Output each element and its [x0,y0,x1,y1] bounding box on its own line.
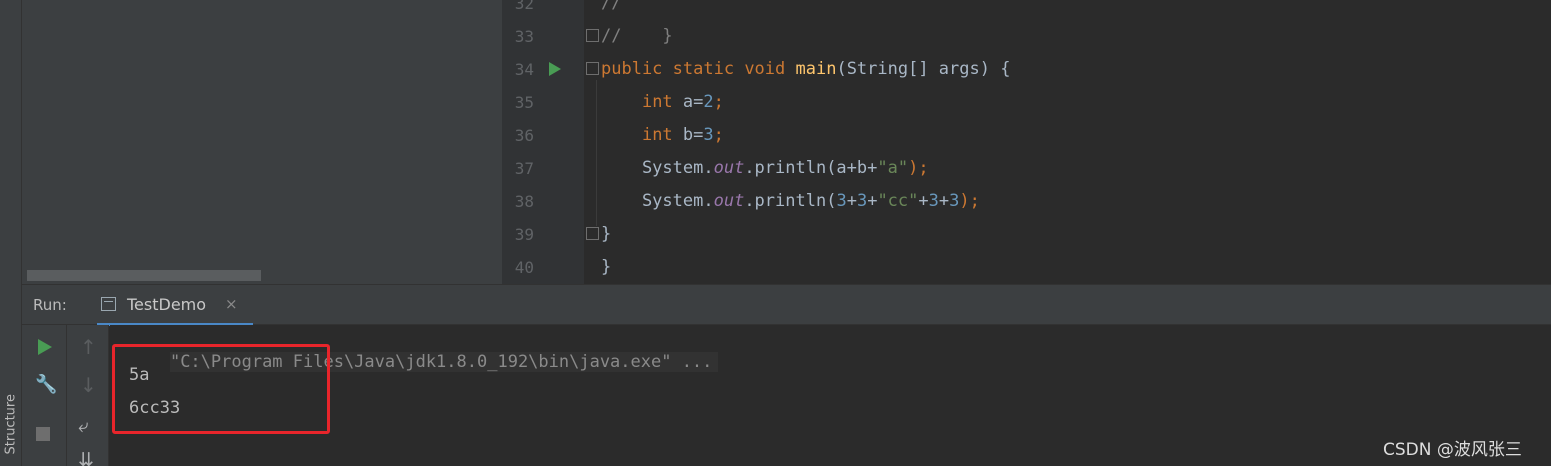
structure-tool-tab[interactable]: Structure [0,378,22,466]
soft-wrap-icon: ⤶ [78,415,89,437]
code-line: 35 int a=2; [0,86,1551,119]
code-line: 38 System.out.println(3+3+"cc"+3+3); [0,185,1551,218]
code-text: // [601,0,621,20]
wrench-icon: 🔧 [35,374,58,395]
code-token: 3 [856,191,868,211]
line-number: 34 [514,60,534,79]
code-token: ); [908,158,929,178]
tab-testdemo[interactable]: TestDemo × [97,285,253,326]
line-number: 33 [514,27,534,46]
code-token: System. [601,158,714,178]
down-arrow-icon: ↓ [80,373,97,397]
code-token: 3 [949,191,960,211]
code-token: } [601,257,612,277]
soft-wrap-button[interactable]: ⤶ [76,415,100,439]
close-tab-icon[interactable]: × [225,295,238,313]
code-token: out [713,191,745,211]
code-token: int [641,92,683,112]
code-token: // [601,0,622,13]
code-token: + [846,191,857,211]
fold-marker-icon[interactable] [586,29,599,42]
up-arrow-icon: ↑ [80,335,97,359]
structure-tab-label: Structure [3,394,19,455]
code-token: 3 [836,191,847,211]
code-token: b= [682,125,704,145]
csdn-watermark: CSDN @波风张三 [1383,440,1522,460]
code-token: 2 [703,92,714,112]
stop-icon [36,427,50,441]
scroll-to-end-button[interactable]: ⇊ [76,449,100,466]
fold-marker-icon[interactable] [586,62,599,75]
code-token: "a" [877,158,909,178]
code-text: } [601,251,611,284]
rerun-button[interactable] [32,335,56,359]
code-token: "cc" [877,191,919,211]
line-number: 38 [514,192,534,211]
code-token: out [713,158,745,178]
code-token: + [867,191,878,211]
code-token: ; [713,92,724,112]
code-line: 37 System.out.println(a+b+"a"); [0,152,1551,185]
code-line: 39} [0,218,1551,251]
settings-button[interactable]: 🔧 [32,372,58,396]
code-token: + [938,191,950,211]
code-text: public static void main(String[] args) { [601,53,1010,86]
code-token: static [672,59,745,79]
code-line: 32 // [0,0,1551,20]
down-stack-button[interactable]: ↓ [76,373,100,397]
run-toolbar-primary: 🔧 [22,325,67,466]
code-token: ); [959,191,980,211]
code-token: 3 [928,191,939,211]
code-line: 36 int b=3; [0,119,1551,152]
code-token: main [795,59,837,79]
code-line: 40} [0,251,1551,284]
indent-guide [596,80,597,226]
code-token: ; [713,125,724,145]
code-token: + [918,191,929,211]
up-stack-button[interactable]: ↑ [76,335,100,359]
code-token: void [744,59,796,79]
line-number: 32 [514,0,534,13]
code-text: } [601,218,611,251]
code-line: 33 // } [0,20,1551,53]
console-window-icon [101,297,116,311]
stop-button[interactable] [30,422,54,446]
code-token: (String[] args) { [836,59,1011,79]
code-token: } [601,224,612,244]
rerun-icon [38,339,52,355]
line-number: 40 [514,258,534,277]
code-text: System.out.println(a+b+"a"); [601,152,929,185]
code-token: a= [682,92,704,112]
code-token: System. [601,191,714,211]
code-token: // } [601,26,673,46]
code-token: int [641,125,683,145]
run-tab-label: TestDemo [127,295,207,314]
scroll-to-end-icon: ⇊ [78,449,94,466]
code-line: 34 public static void main(String[] args)… [0,53,1551,86]
code-text: int b=3; [601,119,724,152]
line-number: 36 [514,126,534,145]
run-toolbar-secondary: ↑ ↓ ⤶ ⇊ [67,325,109,466]
code-text: int a=2; [601,86,724,119]
line-number: 37 [514,159,534,178]
code-token: public [601,59,673,79]
code-text: // } [601,20,673,53]
output-highlight-box [112,344,330,434]
code-token: .println( [744,191,837,211]
code-token: 3 [703,125,714,145]
run-label: Run: [33,296,67,314]
run-panel-header: Run: TestDemo × [22,284,1551,326]
code-text: System.out.println(3+3+"cc"+3+3); [601,185,980,218]
line-number: 35 [514,93,534,112]
fold-marker-icon[interactable] [586,227,599,240]
code-token: .println(a+b+ [744,158,878,178]
line-number: 39 [514,225,534,244]
run-main-gutter-icon[interactable] [549,62,561,76]
